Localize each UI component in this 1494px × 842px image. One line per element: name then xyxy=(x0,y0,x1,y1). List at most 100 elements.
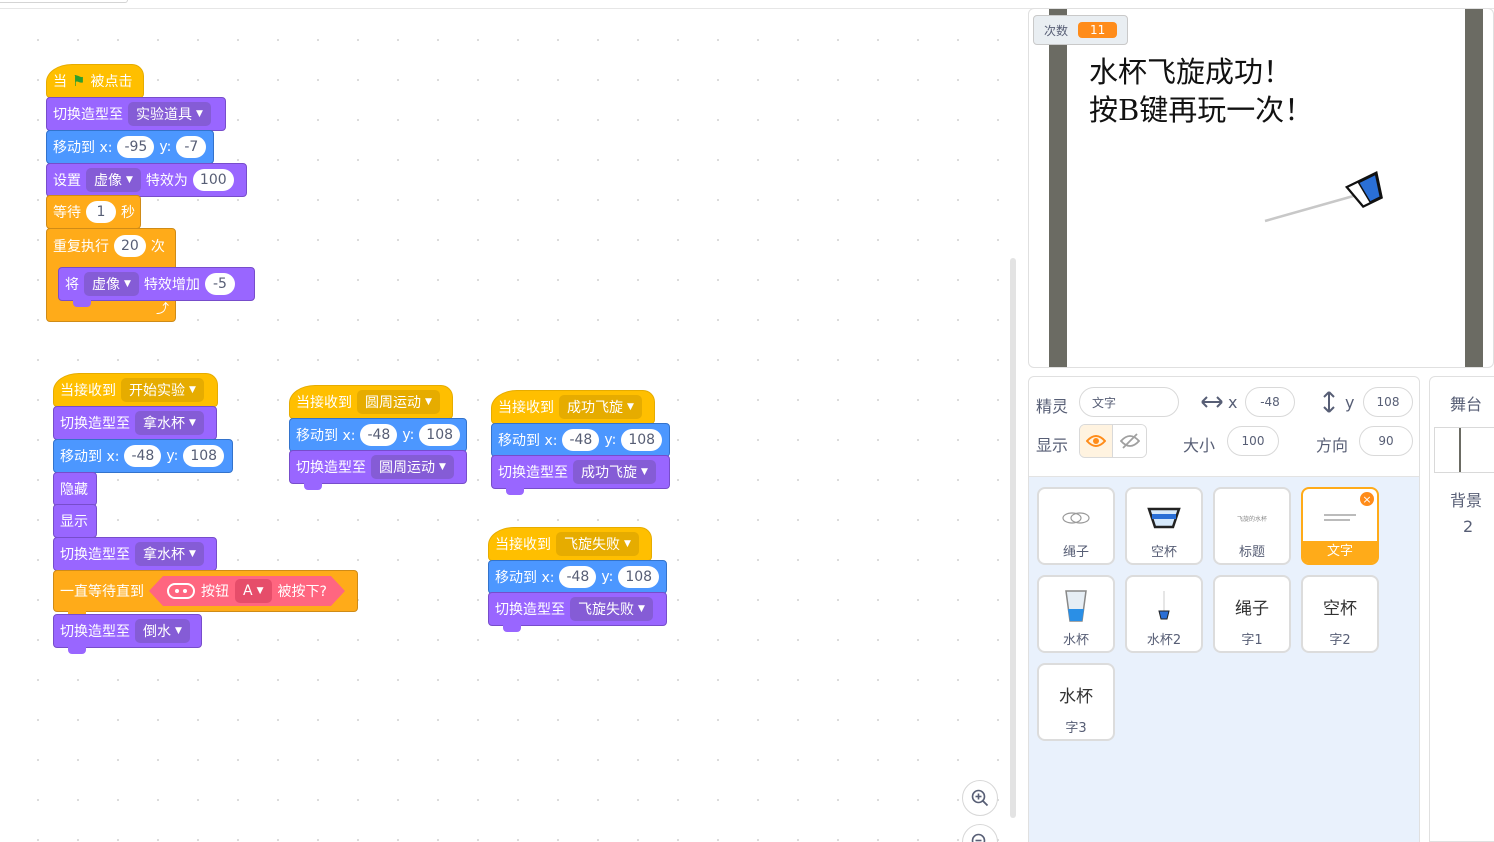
stage-selector-pane[interactable]: 舞台 背景 2 xyxy=(1429,376,1494,842)
backdrop-thumbnail[interactable] xyxy=(1434,427,1494,473)
wait-until-block[interactable]: 一直等待直到 按钮 A ▼ 被按下? xyxy=(53,570,358,618)
code-scrollbar[interactable] xyxy=(1010,258,1016,818)
effect-value-input[interactable]: 100 xyxy=(192,169,234,191)
hat-when-label: 当 xyxy=(53,74,67,90)
switch-costume-block[interactable]: 切换造型至 倒水 ▼ xyxy=(53,614,202,654)
when-receive-block[interactable]: 当接收到 成功飞旋 ▼ xyxy=(491,377,655,430)
zoom-out-button[interactable] xyxy=(962,824,998,842)
visibility-toggle[interactable] xyxy=(1079,424,1147,458)
repeat-input[interactable]: 20 xyxy=(114,235,146,257)
y-input[interactable]: -7 xyxy=(176,136,207,158)
switch-costume-block[interactable]: 切换造型至 拿水杯 ▼ xyxy=(53,537,217,577)
counter-monitor[interactable]: 次数 11 xyxy=(1033,15,1129,45)
change-value-input[interactable]: -5 xyxy=(204,273,235,295)
goto-xy-block[interactable]: 移动到 x: -48 y: 108 xyxy=(289,418,467,458)
message-dropdown[interactable]: 飞旋失败 ▼ xyxy=(556,532,639,556)
switch-costume-block[interactable]: 切换造型至 拿水杯 ▼ xyxy=(53,406,217,446)
sprite-tile-selected[interactable]: × 文字 xyxy=(1301,487,1379,565)
sprite-name: 标题 xyxy=(1238,545,1265,560)
y-input[interactable]: 108 xyxy=(621,429,663,451)
stage-canvas[interactable]: 次数 11 水杯飞旋成功！ 按B键再玩一次！ xyxy=(1028,8,1494,368)
block-label: 被按下? xyxy=(277,584,327,600)
goto-xy-block[interactable]: 移动到 x: -95 y: -7 xyxy=(46,130,214,170)
switch-costume-block[interactable]: 切换造型至 成功飞旋 ▼ xyxy=(491,455,670,495)
goto-xy-block[interactable]: 移动到 x: -48 y: 108 xyxy=(488,560,667,600)
word2-thumbnail: 空杯 xyxy=(1323,598,1357,619)
caret-down-icon: ▼ xyxy=(641,467,648,477)
effect-dropdown[interactable]: 虚像 ▼ xyxy=(84,272,139,296)
sprite-tile[interactable]: 水杯 xyxy=(1037,575,1115,653)
message-dropdown[interactable]: 开始实验 ▼ xyxy=(121,378,204,402)
y-input[interactable]: 108 xyxy=(183,445,225,467)
goto-xy-block[interactable]: 移动到 x: -48 y: 108 xyxy=(491,423,670,463)
x-input[interactable]: -95 xyxy=(117,136,155,158)
x-input[interactable]: -48 xyxy=(1245,387,1295,417)
change-effect-block[interactable]: 将 虚像 ▼ 特效增加 -5 xyxy=(58,267,255,307)
sprite-tile[interactable]: 空杯 xyxy=(1125,487,1203,565)
sprite-tile[interactable]: 水杯 字3 xyxy=(1037,663,1115,741)
y-input[interactable]: 108 xyxy=(1363,387,1413,417)
set-effect-block[interactable]: 设置 虚像 ▼ 特效为 100 xyxy=(46,163,247,203)
sprite-tile[interactable]: 水杯2 xyxy=(1125,575,1203,653)
stage-pane-title: 舞台 xyxy=(1450,395,1483,414)
code-workspace[interactable]: 当 ⚑ 被点击 切换造型至 实验道具 ▼ 移动到 x: -95 y: -7 设置 … xyxy=(0,8,1018,842)
goto-xy-block[interactable]: 移动到 x: -48 y: 108 xyxy=(53,439,233,479)
sprite-tile[interactable]: 飞旋的水杯 标题 xyxy=(1213,487,1291,565)
sprite-tile[interactable]: 绳子 xyxy=(1037,487,1115,565)
wait-input[interactable]: 1 xyxy=(86,201,116,223)
message-dropdown[interactable]: 圆周运动 ▼ xyxy=(357,390,440,414)
block-label: 按钮 xyxy=(201,584,229,600)
costume-dropdown[interactable]: 拿水杯 ▼ xyxy=(135,542,204,566)
x-input[interactable]: -48 xyxy=(360,424,398,446)
caret-down-icon: ▼ xyxy=(126,175,133,185)
zoom-in-icon xyxy=(971,789,989,807)
costume-dropdown[interactable]: 实验道具 ▼ xyxy=(128,102,211,126)
x-input[interactable]: -48 xyxy=(559,566,597,588)
sprite-tile[interactable]: 空杯 字2 xyxy=(1301,575,1379,653)
delete-sprite-icon[interactable]: × xyxy=(1359,491,1375,507)
block-label: 切换造型至 xyxy=(53,107,123,123)
y-input[interactable]: 108 xyxy=(618,566,660,588)
hide-button[interactable] xyxy=(1113,425,1146,457)
block-label: 特效增加 xyxy=(143,277,200,293)
hide-block[interactable]: 隐藏 xyxy=(53,472,97,512)
zoom-out-icon xyxy=(971,833,986,842)
switch-costume-block[interactable]: 切换造型至 实验道具 ▼ xyxy=(46,97,226,137)
direction-input[interactable]: 90 xyxy=(1359,426,1413,456)
when-receive-block[interactable]: 当接收到 开始实验 ▼ xyxy=(53,360,218,413)
switch-costume-block[interactable]: 切换造型至 圆周运动 ▼ xyxy=(289,450,467,490)
costume-dropdown[interactable]: 圆周运动 ▼ xyxy=(371,455,454,479)
costume-dropdown[interactable]: 成功飞旋 ▼ xyxy=(573,460,656,484)
sprite-name: 绳子 xyxy=(1062,545,1089,560)
y-label: y: xyxy=(159,139,172,155)
x-input[interactable]: -48 xyxy=(124,445,162,467)
show-block[interactable]: 显示 xyxy=(53,504,97,544)
x-input[interactable]: -48 xyxy=(562,429,600,451)
message-dropdown[interactable]: 成功飞旋 ▼ xyxy=(559,395,642,419)
block-label: 切换造型至 xyxy=(60,624,130,640)
caret-down-icon: ▼ xyxy=(175,626,182,636)
sprite-name: 文字 xyxy=(1303,541,1377,563)
switch-costume-block[interactable]: 切换造型至 飞旋失败 ▼ xyxy=(488,592,667,632)
zoom-in-button[interactable] xyxy=(962,780,998,816)
y-input[interactable]: 108 xyxy=(419,424,460,446)
when-receive-block[interactable]: 当接收到 飞旋失败 ▼ xyxy=(488,514,652,567)
costume-dropdown[interactable]: 拿水杯 ▼ xyxy=(135,411,204,435)
key-dropdown[interactable]: A ▼ xyxy=(235,579,272,603)
dropdown-value: 飞旋失败 xyxy=(564,537,620,553)
y-label: y xyxy=(1345,393,1355,412)
sprite-tile[interactable]: 绳子 字1 xyxy=(1213,575,1291,653)
sprite-name-input[interactable]: 文字 xyxy=(1079,387,1179,417)
effect-dropdown[interactable]: 虚像 ▼ xyxy=(86,168,141,192)
button-pressed-condition[interactable]: 按钮 A ▼ 被按下? xyxy=(149,576,345,606)
wait-block[interactable]: 等待 1 秒 xyxy=(46,195,141,235)
costume-dropdown[interactable]: 倒水 ▼ xyxy=(135,619,190,643)
costume-dropdown[interactable]: 飞旋失败 ▼ xyxy=(570,597,653,621)
when-receive-block[interactable]: 当接收到 圆周运动 ▼ xyxy=(289,372,453,425)
hat-clicked-label: 被点击 xyxy=(90,74,133,90)
when-flag-clicked-block[interactable]: 当 ⚑ 被点击 xyxy=(46,51,144,104)
block-label: 一直等待直到 xyxy=(60,584,144,600)
size-input[interactable]: 100 xyxy=(1227,426,1279,456)
show-button[interactable] xyxy=(1080,425,1114,457)
sprite-name: 水杯 xyxy=(1062,633,1089,648)
